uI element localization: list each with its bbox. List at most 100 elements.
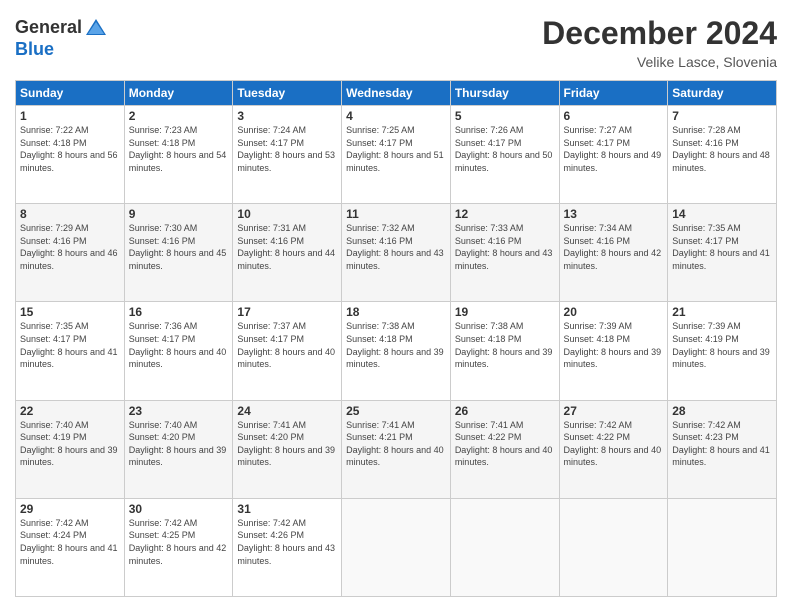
table-row: 5Sunrise: 7:26 AMSunset: 4:17 PMDaylight… — [450, 106, 559, 204]
day-info: Sunrise: 7:38 AMSunset: 4:18 PMDaylight:… — [455, 320, 555, 370]
sunset-text: Sunset: 4:16 PM — [564, 236, 631, 246]
sunset-text: Sunset: 4:16 PM — [20, 236, 87, 246]
sunset-text: Sunset: 4:18 PM — [564, 334, 631, 344]
table-row — [342, 498, 451, 596]
daylight-text: Daylight: 8 hours and 39 minutes. — [237, 445, 335, 468]
day-number: 12 — [455, 207, 555, 221]
daylight-text: Daylight: 8 hours and 39 minutes. — [564, 347, 662, 370]
daylight-text: Daylight: 8 hours and 50 minutes. — [455, 150, 553, 173]
day-number: 19 — [455, 305, 555, 319]
sunrise-text: Sunrise: 7:39 AM — [564, 321, 633, 331]
sunrise-text: Sunrise: 7:39 AM — [672, 321, 741, 331]
table-row: 28Sunrise: 7:42 AMSunset: 4:23 PMDayligh… — [668, 400, 777, 498]
day-info: Sunrise: 7:30 AMSunset: 4:16 PMDaylight:… — [129, 222, 229, 272]
day-number: 9 — [129, 207, 229, 221]
daylight-text: Daylight: 8 hours and 40 minutes. — [564, 445, 662, 468]
table-row: 16Sunrise: 7:36 AMSunset: 4:17 PMDayligh… — [124, 302, 233, 400]
day-number: 29 — [20, 502, 120, 516]
logo: General Blue — [15, 15, 108, 60]
table-row: 4Sunrise: 7:25 AMSunset: 4:17 PMDaylight… — [342, 106, 451, 204]
header-friday: Friday — [559, 81, 668, 106]
sunset-text: Sunset: 4:17 PM — [129, 334, 196, 344]
day-number: 6 — [564, 109, 664, 123]
daylight-text: Daylight: 8 hours and 40 minutes. — [129, 347, 227, 370]
sunset-text: Sunset: 4:18 PM — [20, 138, 87, 148]
daylight-text: Daylight: 8 hours and 40 minutes. — [237, 347, 335, 370]
day-info: Sunrise: 7:24 AMSunset: 4:17 PMDaylight:… — [237, 124, 337, 174]
sunset-text: Sunset: 4:18 PM — [346, 334, 413, 344]
day-info: Sunrise: 7:40 AMSunset: 4:19 PMDaylight:… — [20, 419, 120, 469]
day-info: Sunrise: 7:39 AM Sunset: 4:18 PM Daylight:… — [564, 320, 664, 370]
sunset-text: Sunset: 4:17 PM — [346, 138, 413, 148]
week-row-4: 22Sunrise: 7:40 AMSunset: 4:19 PMDayligh… — [16, 400, 777, 498]
day-number: 2 — [129, 109, 229, 123]
table-row — [668, 498, 777, 596]
sunset-text: Sunset: 4:22 PM — [455, 432, 522, 442]
day-number: 20 — [564, 305, 664, 319]
sunset-text: Sunset: 4:17 PM — [237, 138, 304, 148]
day-info: Sunrise: 7:40 AMSunset: 4:20 PMDaylight:… — [129, 419, 229, 469]
sunrise-text: Sunrise: 7:22 AM — [20, 125, 89, 135]
sunset-text: Sunset: 4:25 PM — [129, 530, 196, 540]
sunset-text: Sunset: 4:16 PM — [455, 236, 522, 246]
table-row: 18Sunrise: 7:38 AMSunset: 4:18 PMDayligh… — [342, 302, 451, 400]
day-info: Sunrise: 7:25 AMSunset: 4:17 PMDaylight:… — [346, 124, 446, 174]
sunrise-text: Sunrise: 7:40 AM — [20, 420, 89, 430]
day-info: Sunrise: 7:29 AM Sunset: 4:16 PM Daylight:… — [20, 222, 120, 272]
sunset-text: Sunset: 4:22 PM — [564, 432, 631, 442]
sunset-text: Sunset: 4:19 PM — [672, 334, 739, 344]
sunrise-text: Sunrise: 7:34 AM — [564, 223, 633, 233]
daylight-text: Daylight: 8 hours and 41 minutes. — [20, 347, 118, 370]
table-row: 8Sunrise: 7:29 AMSunset: 4:16 PMDaylight… — [16, 204, 125, 302]
daylight-text: Daylight: 8 hours and 39 minutes. — [672, 347, 770, 370]
daylight-text: Daylight: 8 hours and 39 minutes. — [346, 347, 444, 370]
sunrise-text: Sunrise: 7:28 AM — [672, 125, 741, 135]
day-info: Sunrise: 7:35 AMSunset: 4:17 PMDaylight:… — [20, 320, 120, 370]
table-row: 2Sunrise: 7:23 AMSunset: 4:18 PMDaylight… — [124, 106, 233, 204]
daylight-text: Daylight: 8 hours and 49 minutes. — [564, 150, 662, 173]
daylight-text: Daylight: 8 hours and 48 minutes. — [672, 150, 770, 173]
table-row: 20 Sunrise: 7:39 AM Sunset: 4:18 PM Dayligh… — [559, 302, 668, 400]
day-info: Sunrise: 7:37 AMSunset: 4:17 PMDaylight:… — [237, 320, 337, 370]
day-number: 16 — [129, 305, 229, 319]
table-row: 27Sunrise: 7:42 AMSunset: 4:22 PMDayligh… — [559, 400, 668, 498]
day-number: 15 — [20, 305, 120, 319]
sunrise-text: Sunrise: 7:29 AM — [20, 223, 89, 233]
daylight-text: Daylight: 8 hours and 41 minutes. — [672, 445, 770, 468]
sunset-text: Sunset: 4:16 PM — [672, 138, 739, 148]
logo-icon — [84, 15, 108, 39]
day-info: Sunrise: 7:42 AMSunset: 4:22 PMDaylight:… — [564, 419, 664, 469]
sunrise-text: Sunrise: 7:42 AM — [129, 518, 198, 528]
day-info: Sunrise: 7:41 AMSunset: 4:21 PMDaylight:… — [346, 419, 446, 469]
sunrise-text: Sunrise: 7:41 AM — [455, 420, 524, 430]
day-info: Sunrise: 7:42 AMSunset: 4:24 PMDaylight:… — [20, 517, 120, 567]
sunset-text: Sunset: 4:20 PM — [129, 432, 196, 442]
day-info: Sunrise: 7:41 AMSunset: 4:22 PMDaylight:… — [455, 419, 555, 469]
day-info: Sunrise: 7:34 AMSunset: 4:16 PMDaylight:… — [564, 222, 664, 272]
table-row: 23Sunrise: 7:40 AMSunset: 4:20 PMDayligh… — [124, 400, 233, 498]
day-info: Sunrise: 7:38 AMSunset: 4:18 PMDaylight:… — [346, 320, 446, 370]
sunset-text: Sunset: 4:17 PM — [672, 236, 739, 246]
day-info: Sunrise: 7:28 AM Sunset: 4:16 PM Daylight:… — [672, 124, 772, 174]
daylight-text: Daylight: 8 hours and 46 minutes. — [20, 248, 118, 271]
table-row: 26Sunrise: 7:41 AMSunset: 4:22 PMDayligh… — [450, 400, 559, 498]
table-row: 13Sunrise: 7:34 AMSunset: 4:16 PMDayligh… — [559, 204, 668, 302]
table-row: 6Sunrise: 7:27 AMSunset: 4:17 PMDaylight… — [559, 106, 668, 204]
daylight-text: Daylight: 8 hours and 39 minutes. — [129, 445, 227, 468]
daylight-text: Daylight: 8 hours and 41 minutes. — [672, 248, 770, 271]
day-number: 1 — [20, 109, 120, 123]
table-row: 1Sunrise: 7:22 AMSunset: 4:18 PMDaylight… — [16, 106, 125, 204]
header: General Blue December 2024 Velike Lasce,… — [15, 15, 777, 70]
sunset-text: Sunset: 4:23 PM — [672, 432, 739, 442]
month-title: December 2024 — [542, 15, 777, 52]
table-row — [559, 498, 668, 596]
daylight-text: Daylight: 8 hours and 41 minutes. — [20, 543, 118, 566]
sunrise-text: Sunrise: 7:25 AM — [346, 125, 415, 135]
sunset-text: Sunset: 4:21 PM — [346, 432, 413, 442]
sunrise-text: Sunrise: 7:33 AM — [455, 223, 524, 233]
day-number: 3 — [237, 109, 337, 123]
week-row-3: 15Sunrise: 7:35 AMSunset: 4:17 PMDayligh… — [16, 302, 777, 400]
sunrise-text: Sunrise: 7:42 AM — [20, 518, 89, 528]
daylight-text: Daylight: 8 hours and 42 minutes. — [129, 543, 227, 566]
sunrise-text: Sunrise: 7:42 AM — [672, 420, 741, 430]
